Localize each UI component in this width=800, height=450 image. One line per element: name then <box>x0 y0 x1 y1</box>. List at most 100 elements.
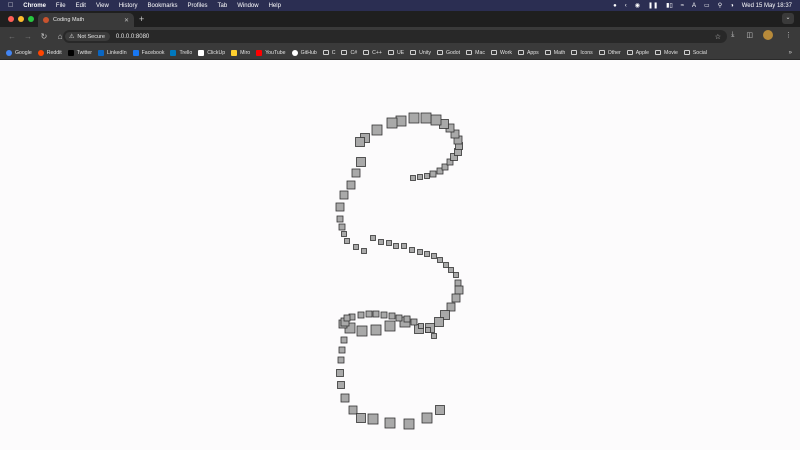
more-menu-icon[interactable]: ⋮ <box>785 31 792 39</box>
menu-bookmarks[interactable]: Bookmarks <box>148 3 178 9</box>
toolbar-actions: ⤓ ◫ ⋮ <box>719 30 792 40</box>
bookmark-apple[interactable]: Apple <box>626 50 649 56</box>
bookmark-label: Other <box>607 49 621 56</box>
browser-toolbar: ← → ↻ ⌂ ⚠ Not Secure 0.0.0.0:8080 ☆ ⤓ ◫ … <box>0 27 800 46</box>
particle-square <box>341 231 347 237</box>
record-icon[interactable]: ● <box>613 3 617 9</box>
bookmark-math[interactable]: Math <box>544 50 565 56</box>
menu-history[interactable]: History <box>119 3 138 9</box>
bookmark-label: ClickUp <box>207 49 226 56</box>
bookmark-youtube[interactable]: YouTube <box>256 49 286 56</box>
bookmark-apps[interactable]: Apps <box>517 50 539 56</box>
security-chip[interactable]: ⚠ Not Secure <box>65 32 110 41</box>
bookmark-icons[interactable]: Icons <box>571 50 593 56</box>
menu-app-name[interactable]: Chrome <box>23 3 46 9</box>
particle-square <box>365 310 373 318</box>
play-icon[interactable]: ◉ <box>635 2 640 9</box>
menubar-status: ● ‹ ◉ ❚❚ ▮▯ ≈ A ▭ ⚲ ◑ Wed 15 May 18:37 <box>605 2 800 10</box>
bookmark-mac[interactable]: Mac <box>466 50 485 56</box>
reload-icon[interactable]: ↻ <box>40 32 48 41</box>
bookmark-miro[interactable]: Miro <box>231 49 250 56</box>
apple-icon[interactable]:  <box>8 2 13 9</box>
new-tab-button[interactable]: + <box>139 13 144 25</box>
bookmark-label: LinkedIn <box>107 49 127 56</box>
keyboard-input-icon[interactable]: A <box>692 3 696 9</box>
menu-edit[interactable]: Edit <box>76 3 86 9</box>
bookmark-cpp[interactable]: C++ <box>363 50 382 56</box>
wifi-icon[interactable]: ≈ <box>681 3 684 9</box>
bookmark-linkedin[interactable]: LinkedIn <box>98 49 127 56</box>
address-bar[interactable]: ⚠ Not Secure 0.0.0.0:8080 ☆ <box>63 30 727 43</box>
particle-square <box>356 157 366 167</box>
menu-tab[interactable]: Tab <box>218 3 228 9</box>
forward-arrow-icon[interactable]: → <box>24 32 32 41</box>
bookmark-unity[interactable]: Unity <box>410 50 431 56</box>
bookmark-godot[interactable]: Godot <box>436 50 460 56</box>
particle-square <box>380 311 388 319</box>
bookmark-reddit[interactable]: Reddit <box>37 49 62 56</box>
bookmark-c[interactable]: C <box>322 50 335 56</box>
particle-square <box>340 393 350 403</box>
particle-square <box>425 327 431 333</box>
zoom-window-button[interactable] <box>28 16 34 22</box>
more-bookmarks-icon[interactable]: » <box>789 50 792 56</box>
extensions-icon[interactable]: ◫ <box>746 31 753 39</box>
close-tab-icon[interactable]: ✕ <box>124 17 129 24</box>
reddit-icon <box>37 49 44 56</box>
particle-square <box>357 311 365 319</box>
particle-square <box>370 235 376 241</box>
control-center-icon[interactable]: ◑ <box>730 3 734 9</box>
particle-square <box>337 381 345 389</box>
menu-window[interactable]: Window <box>237 3 258 9</box>
folder-icon <box>410 50 417 55</box>
particle-square <box>335 202 345 212</box>
tab-search-chevron-icon[interactable]: ⌄ <box>782 13 794 24</box>
particle-square <box>424 251 430 257</box>
bookmark-ue[interactable]: UE <box>387 49 405 56</box>
back-icon[interactable]: ‹ <box>625 3 627 9</box>
bookmark-social[interactable]: Social <box>683 50 707 56</box>
bookmark-twitter[interactable]: Twitter <box>67 49 92 56</box>
security-label: Not Secure <box>77 33 105 40</box>
clock[interactable]: Wed 15 May 18:37 <box>742 3 792 9</box>
back-arrow-icon[interactable]: ← <box>8 32 16 41</box>
tab-strip: Coding Math ✕ + ⌄ <box>0 11 800 27</box>
particle-square <box>353 244 359 250</box>
bookmark-movie[interactable]: Movie <box>655 50 678 56</box>
bookmark-trello[interactable]: Trello <box>170 49 192 56</box>
search-icon[interactable]: ⚲ <box>718 2 722 9</box>
download-icon[interactable]: ⤓ <box>731 31 734 39</box>
bookmark-github[interactable]: GitHub <box>291 49 317 56</box>
bookmark-label: Mac <box>475 49 485 56</box>
menu-view[interactable]: View <box>96 3 109 9</box>
particle-square <box>401 243 407 249</box>
particle-square <box>429 170 437 178</box>
menu-help[interactable]: Help <box>269 3 281 9</box>
bookmark-work[interactable]: Work <box>490 49 512 56</box>
url-text[interactable]: 0.0.0.0:8080 <box>116 34 149 40</box>
particle-square <box>393 243 399 249</box>
bookmark-label: Google <box>15 49 32 56</box>
menu-profiles[interactable]: Profiles <box>188 3 208 9</box>
bookmark-other[interactable]: Other <box>598 49 621 56</box>
tab-coding-math[interactable]: Coding Math ✕ <box>38 13 134 27</box>
pause-icon[interactable]: ❚❚ <box>648 2 658 9</box>
menubar-left:  Chrome File Edit View History Bookmark… <box>0 2 291 9</box>
minimize-window-button[interactable] <box>18 16 24 22</box>
particle-square <box>431 253 437 259</box>
bookmark-google[interactable]: Google <box>6 49 32 56</box>
close-window-button[interactable] <box>8 16 14 22</box>
bookmark-label: Work <box>499 49 512 56</box>
folder-icon <box>363 50 370 55</box>
profile-avatar[interactable] <box>763 30 773 40</box>
cast-icon[interactable]: ▭ <box>704 2 710 9</box>
bookmark-label: Unity <box>419 49 431 56</box>
bookmark-facebook[interactable]: Facebook <box>132 49 164 56</box>
bookmark-label: UE <box>396 49 405 56</box>
menu-file[interactable]: File <box>56 3 66 9</box>
folder-icon <box>683 50 690 55</box>
bookmark-csharp[interactable]: C# <box>341 50 357 56</box>
tab-favicon-icon <box>43 17 49 23</box>
battery-icon[interactable]: ▮▯ <box>666 2 673 9</box>
bookmark-clickup[interactable]: ClickUp <box>198 49 226 56</box>
